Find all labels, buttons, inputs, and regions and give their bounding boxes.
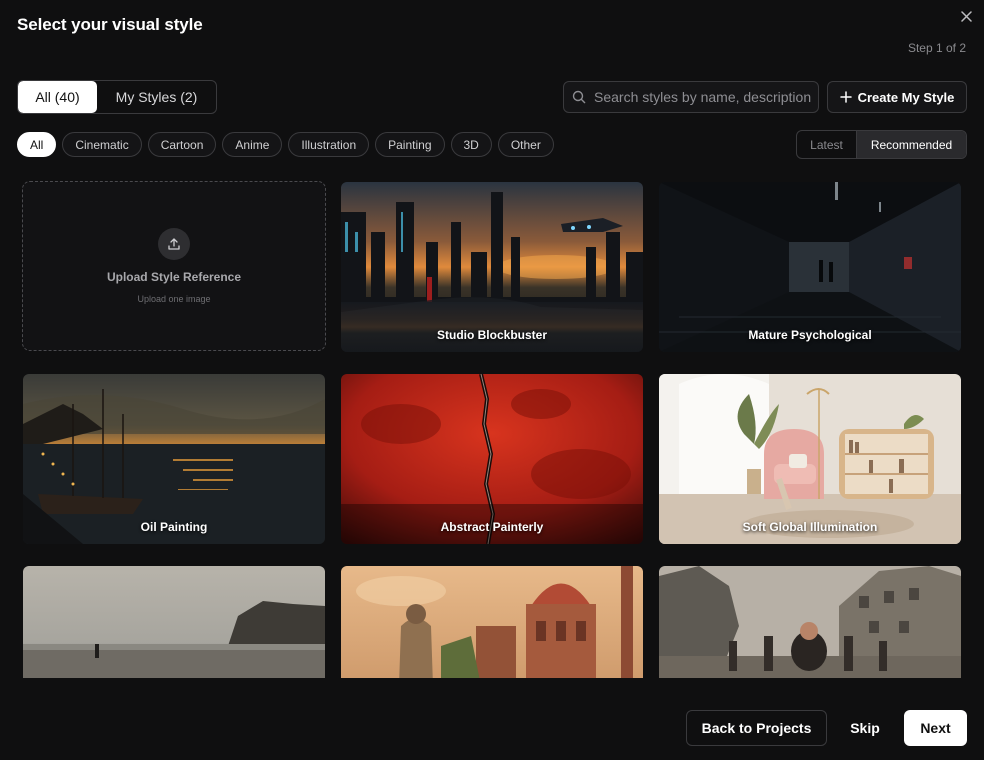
category-chip-3d[interactable]: 3D <box>450 132 492 157</box>
category-filter: All Cinematic Cartoon Anime Illustration… <box>17 132 554 157</box>
upload-icon <box>158 228 190 260</box>
style-thumbnail <box>23 566 325 678</box>
style-card-label: Soft Global Illumination <box>742 520 878 534</box>
style-scope-tabs: All (40) My Styles (2) <box>17 80 217 114</box>
style-card-soft-global-illumination[interactable]: Soft Global Illumination <box>659 374 961 544</box>
style-thumbnail <box>659 374 961 544</box>
style-card-mature-psychological[interactable]: Mature Psychological <box>659 182 961 352</box>
back-to-projects-button[interactable]: Back to Projects <box>686 710 827 746</box>
style-thumbnail <box>659 566 961 678</box>
create-my-style-label: Create My Style <box>857 89 955 105</box>
style-thumbnail <box>341 374 643 544</box>
close-icon <box>960 10 972 22</box>
search-input[interactable] <box>594 89 814 105</box>
category-chip-all[interactable]: All <box>17 132 57 157</box>
search-icon <box>572 90 586 104</box>
style-card-studio-blockbuster[interactable]: Studio Blockbuster <box>341 182 643 352</box>
create-my-style-button[interactable]: Create My Style <box>827 81 967 113</box>
style-thumbnail <box>23 374 325 544</box>
category-chip-anime[interactable]: Anime <box>222 132 283 157</box>
category-chip-cartoon[interactable]: Cartoon <box>147 132 217 157</box>
style-card-oil-painting[interactable]: Oil Painting <box>23 374 325 544</box>
style-card-label: Oil Painting <box>140 520 208 534</box>
category-chip-other[interactable]: Other <box>497 132 554 157</box>
style-select-dialog: Select your visual style Step 1 of 2 All… <box>0 0 984 760</box>
style-card-war-ruins[interactable] <box>659 566 961 678</box>
style-thumbnail <box>341 182 643 352</box>
style-card-label: Studio Blockbuster <box>436 328 547 342</box>
category-chip-painting[interactable]: Painting <box>375 132 445 157</box>
sort-latest[interactable]: Latest <box>797 131 857 158</box>
next-button[interactable]: Next <box>904 710 967 746</box>
style-thumbnail <box>659 182 961 352</box>
tab-my-styles[interactable]: My Styles (2) <box>97 81 216 113</box>
upload-card-subtitle: Upload one image <box>137 294 211 304</box>
search-box <box>563 81 819 113</box>
style-card-abstract-painterly[interactable]: Abstract Painterly <box>341 374 643 544</box>
style-card-beach[interactable] <box>23 566 325 678</box>
style-thumbnail <box>341 566 643 678</box>
close-button[interactable] <box>958 8 974 24</box>
upload-style-reference-card[interactable]: Upload Style Reference Upload one image <box>22 181 326 351</box>
plus-icon <box>839 91 852 103</box>
style-card-fantasy-architecture[interactable] <box>341 566 643 678</box>
upload-card-title: Upload Style Reference <box>106 270 242 284</box>
step-indicator: Step 1 of 2 <box>907 41 966 55</box>
skip-button[interactable]: Skip <box>838 710 892 746</box>
category-chip-cinematic[interactable]: Cinematic <box>62 132 142 157</box>
sort-recommended[interactable]: Recommended <box>857 131 966 158</box>
style-grid: Upload Style Reference Upload one image <box>20 180 964 678</box>
category-chip-illustration[interactable]: Illustration <box>288 132 370 157</box>
style-card-label: Abstract Painterly <box>440 520 544 534</box>
tab-all[interactable]: All (40) <box>18 81 97 113</box>
dialog-title: Select your visual style <box>17 15 203 34</box>
style-card-label: Mature Psychological <box>748 328 872 342</box>
sort-toggle: Latest Recommended <box>796 130 967 159</box>
